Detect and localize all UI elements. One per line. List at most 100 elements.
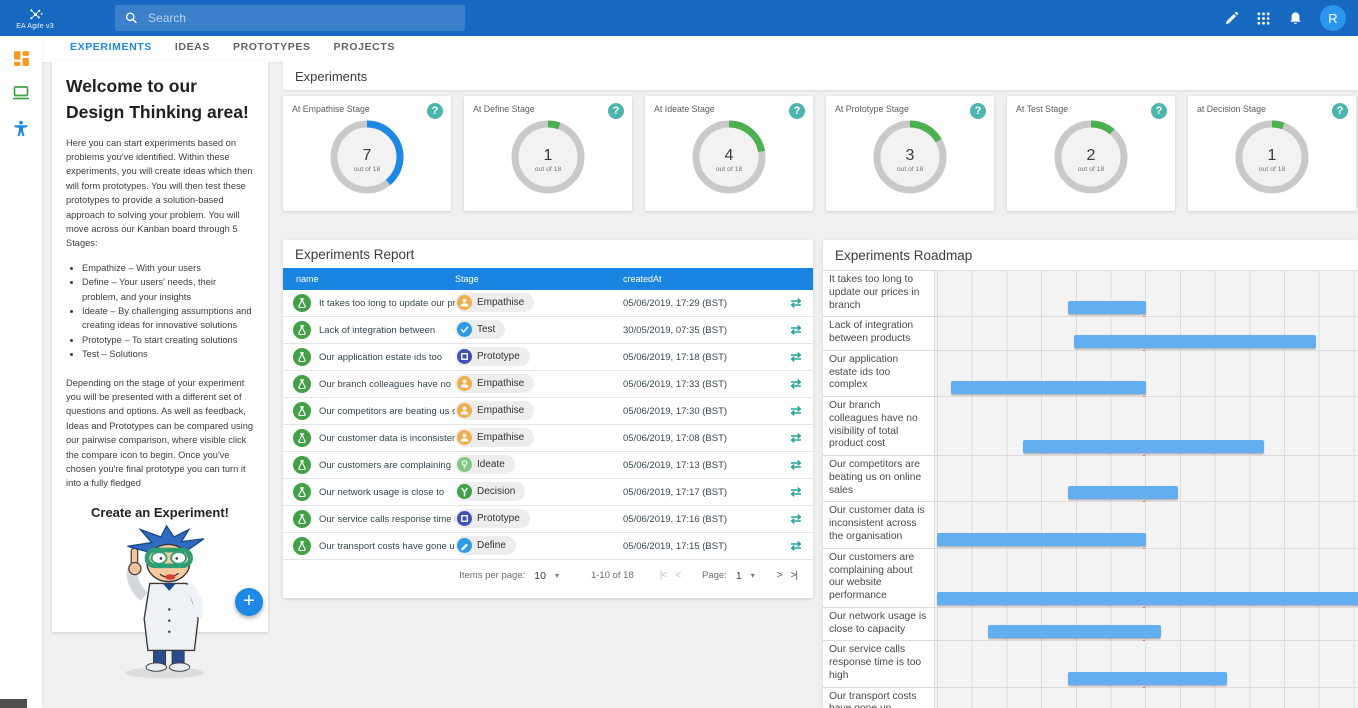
stage-chip: Ideate [455,455,515,474]
table-row[interactable]: Our branch colleagues have no Empathise … [283,371,813,398]
gantt-bar[interactable] [1068,672,1227,685]
gantt-bar[interactable] [937,592,1358,605]
experiment-icon [293,510,311,528]
help-icon[interactable]: ? [789,103,805,119]
gantt-bar[interactable] [1068,301,1146,314]
welcome-card: Welcome to our Design Thinking area! Her… [52,60,268,632]
range-label: 1-10 of 18 [591,570,634,581]
gantt-row-plot [935,688,1358,708]
gantt-row-plot [935,608,1358,641]
table-row[interactable]: Our service calls response time is Proto… [283,506,813,533]
accessibility-icon[interactable] [13,120,29,138]
gantt-bar[interactable] [937,533,1146,546]
gantt-bar[interactable] [988,625,1161,638]
page-caret-icon[interactable]: ▾ [751,571,755,580]
compare-icon[interactable]: ⇄ [779,403,813,419]
stage-label: Decision [477,486,515,497]
tab-ideas[interactable]: IDEAS [173,41,212,62]
apps-grid-icon[interactable] [1256,11,1271,26]
gantt-row: Our application estate ids too complex [823,351,1358,397]
last-page-icon[interactable]: >| [791,570,797,581]
compare-icon[interactable]: ⇄ [779,457,813,473]
stage-donut-chart: 3 out of 18 [835,115,985,199]
svg-text:4: 4 [725,147,734,164]
column-createdat: createdAt [623,274,813,284]
check-icon [457,322,472,337]
stage-card-title: At Empathise Stage [292,104,442,114]
gantt-row-plot [935,351,1358,396]
page-value[interactable]: 1 [736,570,742,582]
stage-chip: Empathise [455,401,534,420]
edit-icon[interactable] [1224,11,1239,26]
table-row[interactable]: Our network usage is close to Decision 0… [283,479,813,506]
stage-donut-chart: 4 out of 18 [654,115,804,199]
gantt-row: Our transport costs have gone up signifi… [823,688,1358,708]
svg-text:1: 1 [1268,147,1277,164]
welcome-paragraph-1: Here you can start experiments based on … [66,136,254,251]
gantt-bar[interactable] [1068,486,1178,499]
help-icon[interactable]: ? [1332,103,1348,119]
table-row[interactable]: Lack of integration between Test 30/05/2… [283,317,813,344]
items-per-page-value[interactable]: 10 [534,570,546,582]
stage-chip: Prototype [455,509,530,528]
stage-donut-chart: 1 out of 18 [1197,115,1347,199]
notifications-icon[interactable] [1288,11,1303,26]
gantt-row-plot [935,397,1358,455]
svg-text:out of 18: out of 18 [716,166,743,173]
created-at: 05/06/2019, 17:13 (BST) [623,460,779,471]
gantt-row: Lack of integration between products [823,317,1358,351]
compare-icon[interactable]: ⇄ [779,538,813,554]
stage-label: Ideate [477,459,505,470]
table-row[interactable]: Our transport costs have gone up Define … [283,533,813,560]
avatar[interactable]: R [1320,5,1346,31]
compare-icon[interactable]: ⇄ [779,322,813,338]
stage-card: At Define Stage ? 1 out of 18 [464,96,632,211]
stage-card: At Test Stage ? 2 out of 18 [1007,96,1175,211]
next-page-icon[interactable]: > [777,570,782,581]
experiment-name: Lack of integration between [319,325,435,336]
items-per-page-caret-icon[interactable]: ▾ [555,571,559,580]
gantt-bar[interactable] [1074,335,1316,348]
search-input[interactable] [148,11,455,25]
stage-chip: Prototype [455,347,530,366]
compare-icon[interactable]: ⇄ [779,430,813,446]
table-row[interactable]: Our customer data is inconsistent Empath… [283,425,813,452]
experiment-icon [293,294,311,312]
tab-prototypes[interactable]: PROTOTYPES [231,41,313,62]
help-icon[interactable]: ? [970,103,986,119]
add-button[interactable]: + [235,588,263,616]
compare-icon[interactable]: ⇄ [779,484,813,500]
app-logo: EA Agile v3 [0,7,70,30]
compare-icon[interactable]: ⇄ [779,511,813,527]
search-bar[interactable] [115,5,465,31]
help-icon[interactable]: ? [608,103,624,119]
table-row[interactable]: Our customers are complaining Ideate 05/… [283,452,813,479]
gantt-row-plot [935,271,1358,316]
gantt-row-label: Our customer data is inconsistent across… [823,502,935,547]
boards-icon[interactable] [12,85,30,102]
app-bar: EA Agile v3 R [0,0,1358,36]
tab-experiments[interactable]: EXPERIMENTS [68,41,154,62]
report-table-body: It takes too long to update our prices E… [283,290,813,560]
stage-card-title: At Test Stage [1016,104,1166,114]
person-icon [457,430,472,445]
table-row[interactable]: Our application estate ids too Prototype… [283,344,813,371]
gantt-row-plot [935,317,1358,350]
prev-page-icon[interactable]: < [675,570,680,581]
created-at: 05/06/2019, 17:33 (BST) [623,379,779,390]
stage-chip: Define [455,536,516,555]
gantt-bar[interactable] [1023,440,1264,453]
created-at: 05/06/2019, 17:16 (BST) [623,514,779,525]
compare-icon[interactable]: ⇄ [779,349,813,365]
table-row[interactable]: It takes too long to update our prices E… [283,290,813,317]
table-row[interactable]: Our competitors are beating us on Empath… [283,398,813,425]
first-page-icon[interactable]: |< [660,570,666,581]
gantt-bar[interactable] [951,381,1146,394]
dashboard-icon[interactable] [13,50,30,67]
tab-projects[interactable]: PROJECTS [332,41,397,62]
compare-icon[interactable]: ⇄ [779,295,813,311]
stage-card: at Decision Stage ? 1 out of 18 [1188,96,1356,211]
help-icon[interactable]: ? [427,103,443,119]
compare-icon[interactable]: ⇄ [779,376,813,392]
help-icon[interactable]: ? [1151,103,1167,119]
